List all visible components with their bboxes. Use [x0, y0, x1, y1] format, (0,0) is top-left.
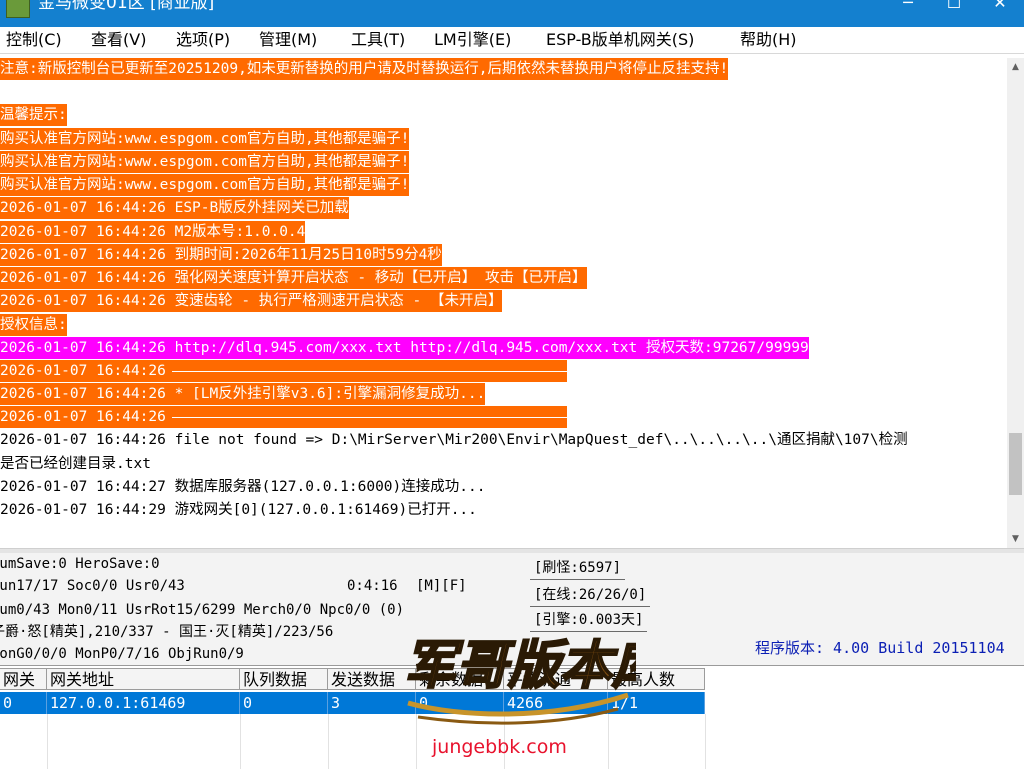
- menu-lm-engine[interactable]: LM引擎(E): [434, 29, 511, 51]
- minimize-button[interactable]: ─: [885, 0, 931, 14]
- online-count: [在线:26/26/0]: [530, 584, 651, 607]
- separator-rule: [171, 416, 567, 418]
- status-line: Hum0/43 Mon0/11 UsrRot15/6299 Merch0/0 N…: [0, 602, 405, 618]
- scroll-up-icon[interactable]: ▲: [1007, 60, 1024, 74]
- table-cell[interactable]: 127.0.0.1:61469: [47, 692, 240, 714]
- log-line-text: 购买认准官方网站:www.espgom.com官方自助,其他都是骗子!: [0, 154, 410, 170]
- log-line: 2026-01-07 16:44:26 M2版本号:1.0.0.4: [0, 221, 306, 243]
- log-line: 2026-01-07 16:44:26 * [LM反外挂引擎v3.6]:引擎漏洞…: [0, 383, 486, 405]
- watermark-brand: 军哥版本库: [404, 635, 636, 696]
- close-button[interactable]: ✕: [977, 0, 1023, 14]
- log-line-text: 2026-01-07 16:44:26 变速齿轮 - 执行严格测速开启状态 - …: [0, 293, 503, 309]
- log-line-text: 2026-01-07 16:44:26: [0, 409, 166, 425]
- app-icon: [6, 0, 30, 18]
- log-line-text: 购买认准官方网站:www.espgom.com官方自助,其他都是骗子!: [0, 131, 410, 147]
- menu-options[interactable]: 选项(P): [176, 29, 230, 51]
- menu-bar: 控制(C) 查看(V) 选项(P) 管理(M) 工具(T) LM引擎(E) ES…: [0, 27, 1024, 54]
- mode-flags: [M][F]: [416, 578, 467, 594]
- table-cell[interactable]: 0: [240, 692, 328, 714]
- grid-line: [328, 714, 329, 769]
- log-line: 2026-01-07 16:44:26: [0, 406, 567, 428]
- menu-tools[interactable]: 工具(T): [351, 29, 405, 51]
- log-line-text: 2026-01-07 16:44:26 M2版本号:1.0.0.4: [0, 224, 306, 240]
- log-line-text: 2026-01-07 16:44:26 file not found => D:…: [0, 432, 908, 448]
- menu-manage[interactable]: 管理(M): [259, 29, 317, 51]
- log-line-text: 购买认准官方网站:www.espgom.com官方自助,其他都是骗子!: [0, 177, 410, 193]
- log-line-text: 2026-01-07 16:44:29 游戏网关[0](127.0.0.1:61…: [0, 502, 477, 518]
- log-line: 2026-01-07 16:44:29 游戏网关[0](127.0.0.1:61…: [0, 499, 477, 521]
- menu-view[interactable]: 查看(V): [91, 29, 146, 51]
- status-line: Run17/17 Soc0/0 Usr0/43: [0, 578, 185, 594]
- column-header[interactable]: 队列数据: [240, 668, 328, 690]
- log-scrollbar[interactable]: ▲ ▼: [1007, 58, 1024, 548]
- log-line: 2026-01-07 16:44:26 http://dlq.945.com/x…: [0, 337, 809, 359]
- grid-line: [705, 714, 706, 769]
- log-line: 温馨提示:: [0, 104, 67, 126]
- title-bar[interactable]: 金马微变01区 [商业版] ─ ☐ ✕: [0, 0, 1024, 27]
- window-title: 金马微变01区 [商业版]: [38, 0, 215, 13]
- log-line: 授权信息:: [0, 314, 67, 336]
- log-line-text: 2026-01-07 16:44:26 ESP-B版反外挂网关已加载: [0, 200, 349, 216]
- scroll-thumb[interactable]: [1009, 433, 1022, 495]
- column-header[interactable]: 网关地址: [47, 668, 240, 690]
- table-cell[interactable]: 0: [0, 692, 47, 714]
- watermark-logo: 军哥版本库: [403, 634, 636, 725]
- watermark-site: jungebbk.com: [432, 736, 567, 758]
- menu-control[interactable]: 控制(C): [6, 29, 62, 51]
- log-line-text: 2026-01-07 16:44:26 http://dlq.945.com/x…: [0, 340, 809, 356]
- column-header[interactable]: 网关: [0, 668, 47, 690]
- monster-refresh-count: [刷怪:6597]: [530, 557, 626, 580]
- log-line-text: 2026-01-07 16:44:26 到期时间:2026年11月25日10时5…: [0, 247, 442, 263]
- log-line: 购买认准官方网站:www.espgom.com官方自助,其他都是骗子!: [0, 174, 410, 196]
- log-line: 是否已经创建目录.txt: [0, 453, 151, 475]
- log-line-text: 2026-01-07 16:44:26 * [LM反外挂引擎v3.6]:引擎漏洞…: [0, 386, 486, 402]
- status-line: HumSave:0 HeroSave:0: [0, 556, 160, 572]
- log-line-text: 2026-01-07 16:44:26 强化网关速度计算开启状态 - 移动【已开…: [0, 270, 587, 286]
- grid-line: [47, 714, 48, 769]
- log-line: 2026-01-07 16:44:26 ESP-B版反外挂网关已加载: [0, 197, 349, 219]
- status-line: MonG0/0/0 MonP0/7/16 ObjRun0/9: [0, 646, 244, 662]
- log-line: 购买认准官方网站:www.espgom.com官方自助,其他都是骗子!: [0, 128, 410, 150]
- log-line-text: 授权信息:: [0, 317, 67, 333]
- log-line: 2026-01-07 16:44:26 file not found => D:…: [0, 429, 908, 451]
- log-output[interactable]: 注意:新版控制台已更新至20251209,如未更新替换的用户请及时替换运行,后期…: [0, 58, 1007, 548]
- menu-help[interactable]: 帮助(H): [740, 29, 797, 51]
- log-line: 购买认准官方网站:www.espgom.com官方自助,其他都是骗子!: [0, 151, 410, 173]
- uptime-value: 0:4:16: [347, 578, 398, 594]
- separator-rule: [171, 370, 567, 372]
- maximize-button[interactable]: ☐: [931, 0, 977, 14]
- log-line: 2026-01-07 16:44:26 强化网关速度计算开启状态 - 移动【已开…: [0, 267, 587, 289]
- log-line-text: 是否已经创建目录.txt: [0, 456, 151, 472]
- grid-line: [240, 714, 241, 769]
- program-version: 程序版本: 4.00 Build 20151104: [755, 639, 1005, 657]
- scroll-down-icon[interactable]: ▼: [1007, 532, 1024, 546]
- log-line: 2026-01-07 16:44:26 变速齿轮 - 执行严格测速开启状态 - …: [0, 290, 503, 312]
- menu-esp-gateway[interactable]: ESP-B版单机网关(S): [546, 29, 694, 51]
- log-line: 2026-01-07 16:44:27 数据库服务器(127.0.0.1:600…: [0, 476, 485, 498]
- log-line-text: 注意:新版控制台已更新至20251209,如未更新替换的用户请及时替换运行,后期…: [0, 61, 729, 77]
- log-line: 2026-01-07 16:44:26 到期时间:2026年11月25日10时5…: [0, 244, 442, 266]
- log-line-text: 2026-01-07 16:44:27 数据库服务器(127.0.0.1:600…: [0, 479, 486, 495]
- log-line-text: 2026-01-07 16:44:26: [0, 363, 166, 379]
- watermark-swoosh: [407, 692, 629, 717]
- status-line: 子爵·怒[精英],210/337 - 国王·灭[精英]/223/56: [0, 624, 334, 640]
- log-line: 2026-01-07 16:44:26: [0, 360, 567, 382]
- log-line-text: 温馨提示:: [0, 107, 67, 123]
- log-line: 注意:新版控制台已更新至20251209,如未更新替换的用户请及时替换运行,后期…: [0, 58, 729, 80]
